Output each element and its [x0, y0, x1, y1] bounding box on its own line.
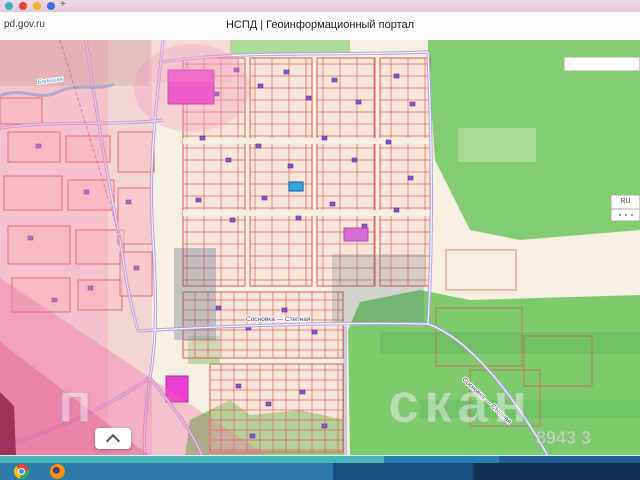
chrome-icon[interactable]: [14, 464, 29, 479]
watermark-right: скан: [388, 371, 532, 434]
dots-icon: [618, 214, 633, 216]
tab-favicon-yellow-icon[interactable]: [33, 2, 41, 10]
ru-layout-badge[interactable]: RU: [611, 195, 640, 209]
tab-favicon-red-icon[interactable]: [19, 2, 27, 10]
watermark-number: 8943 3: [536, 428, 591, 448]
chevron-up-icon: [105, 433, 121, 448]
more-options-badge[interactable]: [611, 209, 640, 221]
taskbar[interactable]: [0, 463, 640, 480]
search-panel-fragment[interactable]: [564, 57, 640, 71]
street-label-horizontal: Сосновка — Степная: [246, 316, 311, 323]
selected-parcel[interactable]: [288, 181, 304, 192]
collapse-panel-button[interactable]: [95, 428, 131, 449]
tab-favicon-teal-icon[interactable]: [5, 2, 13, 10]
firefox-icon[interactable]: [50, 464, 65, 479]
page-title: НСПД | Геоинформационный портал: [225, 19, 415, 31]
tab-favicon-blue-icon[interactable]: [47, 2, 55, 10]
map-canvas[interactable]: Сосновка — Степная Сосновка — Степная Бо…: [0, 40, 640, 456]
browser-address-bar[interactable]: pd.gov.ru НСПД | Геоинформационный порта…: [0, 12, 640, 41]
watermark-left: п: [58, 371, 92, 434]
new-tab-button[interactable]: +: [60, 0, 66, 11]
desktop-screen: + pd.gov.ru НСПД | Геоинформационный пор…: [0, 0, 640, 480]
